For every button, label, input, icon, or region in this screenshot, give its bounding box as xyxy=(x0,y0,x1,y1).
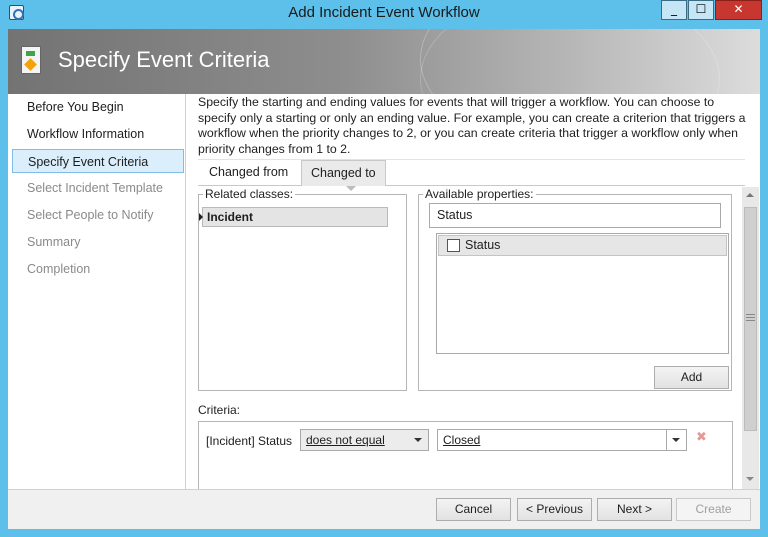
vertical-scrollbar[interactable] xyxy=(742,187,759,489)
nav-item-workflow-information[interactable]: Workflow Information xyxy=(12,122,184,146)
property-label: Status xyxy=(465,238,501,252)
page-title: Specify Event Criteria xyxy=(58,47,270,72)
wizard-nav: Before You Begin Workflow Information Sp… xyxy=(8,94,186,489)
scrollbar-thumb[interactable] xyxy=(744,207,757,431)
property-search-input[interactable]: Status xyxy=(429,203,721,228)
tab-changed-from[interactable]: Changed from xyxy=(200,160,297,186)
scroll-up-icon[interactable] xyxy=(746,193,754,197)
criteria-list: [Incident] Status does not equal Closed … xyxy=(198,421,733,489)
add-button[interactable]: Add xyxy=(654,366,729,389)
wizard-client: Specify Event Criteria Before You Begin … xyxy=(8,29,760,529)
criteria-panel: Related classes: Incident Available prop… xyxy=(187,187,760,489)
wizard-window: Add Incident Event Workflow _ ☐ ✕ Specif… xyxy=(0,0,768,537)
available-properties-label: Available properties: xyxy=(425,187,534,201)
class-item-label: Incident xyxy=(207,210,254,224)
wizard-header: Specify Event Criteria xyxy=(8,29,760,94)
nav-item-specify-event-criteria[interactable]: Specify Event Criteria xyxy=(12,149,184,173)
remove-criterion-icon[interactable]: ✖ xyxy=(696,430,707,445)
operator-dropdown[interactable]: does not equal xyxy=(300,429,429,451)
property-item-status[interactable]: Status xyxy=(438,235,727,256)
create-button: Create xyxy=(676,498,751,521)
property-list[interactable]: Status xyxy=(436,233,729,354)
next-button[interactable]: Next > xyxy=(597,498,672,521)
expand-arrow-icon[interactable] xyxy=(199,213,203,221)
workflow-icon xyxy=(21,46,41,74)
property-checkbox[interactable] xyxy=(447,239,460,252)
header-decoration xyxy=(420,29,720,94)
related-classes-label: Related classes: xyxy=(205,187,294,201)
nav-item-summary: Summary xyxy=(27,235,81,249)
nav-item-completion: Completion xyxy=(27,262,91,276)
criteria-label: Criteria: xyxy=(198,403,241,417)
dropdown-separator xyxy=(666,430,667,450)
grip-icon xyxy=(746,314,755,321)
nav-item-before-you-begin[interactable]: Before You Begin xyxy=(12,95,184,119)
value-dropdown[interactable]: Closed xyxy=(437,429,687,451)
page-description: Specify the starting and ending values f… xyxy=(198,95,746,156)
operator-value: does not equal xyxy=(306,433,385,447)
criteria-value: Closed xyxy=(443,433,481,447)
minimize-button[interactable]: _ xyxy=(661,0,687,20)
previous-button[interactable]: < Previous xyxy=(517,498,592,521)
nav-item-select-people-to-notify: Select People to Notify xyxy=(27,208,154,222)
chevron-down-icon[interactable] xyxy=(672,438,680,442)
scroll-down-icon[interactable] xyxy=(746,477,754,481)
maximize-button[interactable]: ☐ xyxy=(688,0,714,20)
title-bar[interactable]: Add Incident Event Workflow _ ☐ ✕ xyxy=(0,0,768,28)
page-content: Specify the starting and ending values f… xyxy=(187,94,760,489)
class-item-incident[interactable]: Incident xyxy=(199,207,388,227)
wizard-footer: Cancel < Previous Next > Create xyxy=(8,489,760,529)
tab-changed-to[interactable]: Changed to xyxy=(301,160,386,186)
close-button[interactable]: ✕ xyxy=(715,0,762,20)
nav-item-select-incident-template: Select Incident Template xyxy=(27,181,163,195)
cancel-button[interactable]: Cancel xyxy=(436,498,511,521)
chevron-down-icon[interactable] xyxy=(414,438,422,442)
criteria-field: [Incident] Status xyxy=(206,434,293,448)
criteria-tabs: Changed from Changed to xyxy=(198,159,745,191)
window-title: Add Incident Event Workflow xyxy=(288,4,480,21)
